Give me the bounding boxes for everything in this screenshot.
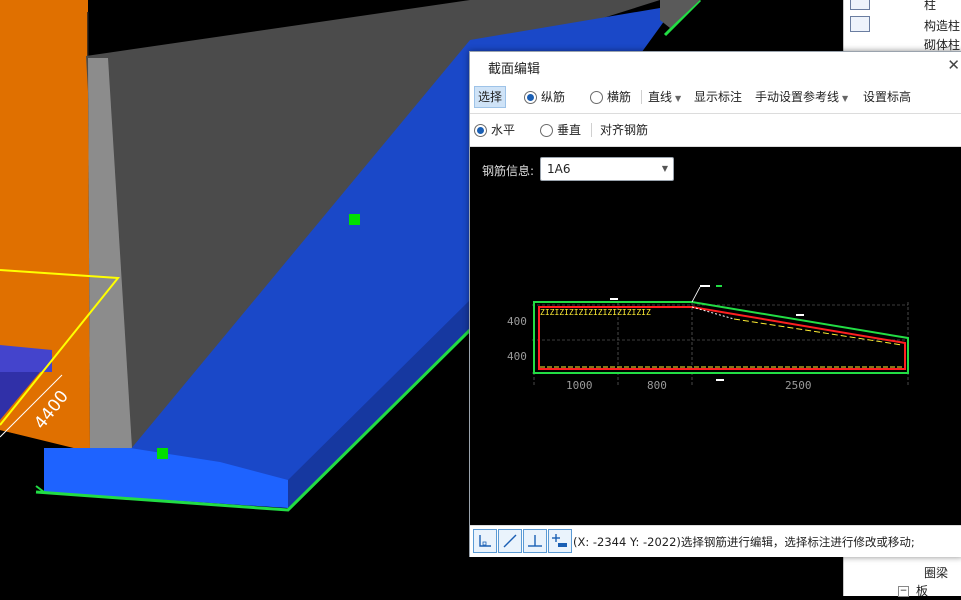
dim-bottom-3[interactable]: 2500 xyxy=(785,379,812,392)
close-icon[interactable]: ✕ xyxy=(947,56,960,74)
dim-bottom-1[interactable]: 1000 xyxy=(566,379,593,392)
svg-text:ZIZIZIZIZIZIZIZIZIZIZIZ: ZIZIZIZIZIZIZIZIZIZIZIZ xyxy=(540,308,651,317)
chevron-down-icon: ▼ xyxy=(675,94,682,103)
dim-bottom-2[interactable]: 800 xyxy=(647,379,667,392)
dialog-titlebar[interactable]: 截面编辑 ✕ xyxy=(470,52,961,80)
vertical-label[interactable]: 垂直 xyxy=(557,120,581,140)
manual-ref-dropdown[interactable]: 手动设置参考线 ▼ xyxy=(755,87,848,107)
transverse-radio[interactable] xyxy=(590,91,603,104)
tree-item-slab[interactable]: 板 xyxy=(916,582,928,600)
show-dims-button[interactable]: 显示标注 xyxy=(694,87,742,107)
manual-ref-label: 手动设置参考线 xyxy=(755,90,840,104)
status-message: (X: -2344 Y: -2022)选择钢筋进行编辑，选择标注进行修改或移动; xyxy=(573,535,915,549)
dim-left-bottom[interactable]: 400 xyxy=(507,350,527,363)
dialog-title: 截面编辑 xyxy=(488,62,541,77)
status-bar: (X: -2344 Y: -2022)选择钢筋进行编辑，选择标注进行修改或移动; xyxy=(470,525,961,557)
tree-item-structural-column[interactable]: 构造柱 xyxy=(924,17,960,35)
toolbar-separator xyxy=(641,90,642,104)
toolbar-primary: 选择 纵筋 横筋 直线 ▼ 显示标注 手动设置参考线 ▼ 设置标高 xyxy=(470,81,961,114)
line-label: 直线 xyxy=(648,90,673,104)
longitudinal-label[interactable]: 纵筋 xyxy=(541,87,565,107)
section-drawing: ZIZIZIZIZIZIZIZIZIZIZIZ xyxy=(532,285,909,387)
section-edit-dialog: 截面编辑 ✕ 选择 纵筋 横筋 直线 ▼ 显示标注 手动设置参考线 ▼ 设置标高 水… xyxy=(469,51,961,557)
add-point-icon[interactable] xyxy=(548,529,572,553)
perpendicular-icon[interactable] xyxy=(523,529,547,553)
transverse-label[interactable]: 横筋 xyxy=(607,87,631,107)
list-icon[interactable] xyxy=(850,0,870,10)
select-button[interactable]: 选择 xyxy=(474,86,507,108)
orthogonal-draw-icon[interactable] xyxy=(473,529,497,553)
chevron-down-icon: ▼ xyxy=(842,94,849,103)
toolbar-secondary: 水平 垂直 对齐钢筋 xyxy=(470,114,961,147)
dim-left-top[interactable]: 400 xyxy=(507,315,527,328)
diagonal-line-icon[interactable] xyxy=(498,529,522,553)
section-canvas[interactable]: 钢筋信息: 1A6 ▼ ZIZIZIZIZIZIZIZIZIZIZIZ 400 … xyxy=(470,147,961,525)
toolbar-separator xyxy=(591,123,592,137)
list-settings-icon[interactable] xyxy=(850,16,870,32)
horizontal-radio[interactable] xyxy=(474,124,487,137)
horizontal-label[interactable]: 水平 xyxy=(491,120,515,140)
longitudinal-radio[interactable] xyxy=(524,91,537,104)
expand-icon[interactable]: − xyxy=(898,586,909,597)
tree-item-column[interactable]: 柱 xyxy=(924,0,936,14)
tree-item-ring-beam[interactable]: 圈梁 xyxy=(924,564,948,582)
set-elevation-button[interactable]: 设置标高 xyxy=(863,87,911,107)
line-dropdown[interactable]: 直线 ▼ xyxy=(648,87,681,107)
align-rebar-button[interactable]: 对齐钢筋 xyxy=(600,120,648,140)
vertical-radio[interactable] xyxy=(540,124,553,137)
